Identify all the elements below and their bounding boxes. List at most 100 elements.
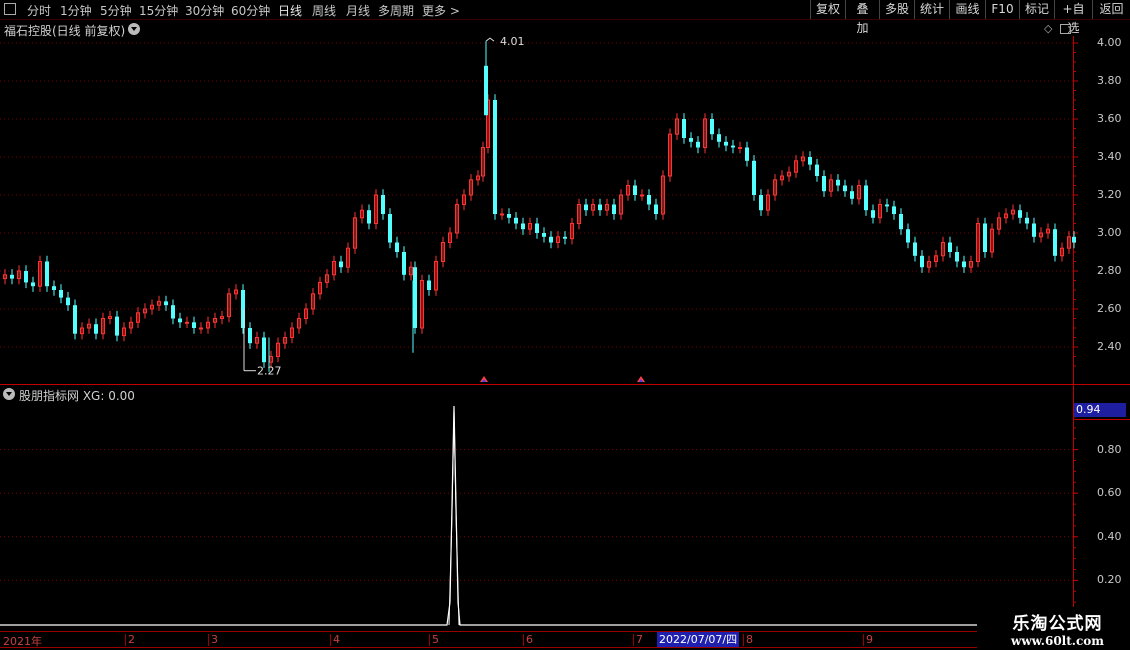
candle-body: [52, 286, 56, 290]
month-label: 2021年: [3, 635, 42, 648]
spike-body: [484, 65, 488, 116]
watermark-url: www.60lt.com: [1011, 634, 1104, 648]
candle-body: [413, 267, 417, 328]
candle-body: [514, 217, 518, 224]
candle-body: [10, 274, 14, 279]
candle-body: [178, 318, 182, 323]
indicator-tick-label: 0.80: [1097, 442, 1122, 456]
candle-body: [73, 305, 77, 334]
month-label: 4: [333, 633, 340, 646]
candle-body: [521, 223, 525, 230]
candle-body: [339, 261, 343, 268]
indicator-title: 股朋指标网 XG: 0.00: [19, 389, 135, 403]
candle-body: [507, 214, 511, 218]
price-tick-label: 2.40: [1097, 340, 1122, 353]
candle-body: [654, 204, 658, 214]
candle-body: [427, 280, 431, 290]
candle-body: [192, 322, 196, 328]
indicator-tick-label: 0.60: [1097, 486, 1122, 500]
candle-body: [899, 214, 903, 230]
month-label: 7: [636, 633, 643, 646]
candle-body: [871, 210, 875, 218]
candle-body: [759, 195, 763, 211]
candle-body: [962, 261, 966, 268]
candle-body: [633, 185, 637, 195]
candle-body: [836, 179, 840, 186]
cursor-date-label: 2022/07/07/四: [657, 632, 740, 647]
month-separator: [208, 634, 209, 646]
candle-body: [983, 223, 987, 252]
candle-body: [395, 242, 399, 252]
month-separator: [125, 634, 126, 646]
candle-body: [808, 157, 812, 165]
month-separator: [743, 634, 744, 646]
low-label: 2.27: [257, 365, 282, 378]
price-tick-label: 3.20: [1097, 188, 1122, 201]
candle-body: [1053, 229, 1057, 256]
candle-body: [696, 141, 700, 148]
price-tick-label: 2.80: [1097, 264, 1122, 277]
month-label: 9: [866, 633, 873, 646]
candle-body: [745, 147, 749, 161]
indicator-tick-label: 0.20: [1097, 573, 1122, 587]
candle-body: [402, 252, 406, 275]
xg-signal-line: [0, 405, 977, 626]
candle-body: [1025, 217, 1029, 224]
candle-body: [59, 290, 63, 298]
candlestick-chart[interactable]: 4.01 2.27: [0, 0, 1130, 650]
candle-body: [549, 236, 553, 243]
candle-body: [367, 210, 371, 224]
candle-body: [45, 261, 49, 287]
candle-body: [885, 204, 889, 207]
candle-body: [248, 328, 252, 344]
candle-body: [752, 160, 756, 195]
candle-body: [199, 327, 203, 330]
candle-body: [1018, 210, 1022, 218]
candle-body: [892, 206, 896, 214]
candle-body: [164, 301, 168, 306]
candle-body: [864, 185, 868, 211]
price-tick-label: 3.40: [1097, 150, 1122, 163]
month-label: 8: [746, 633, 753, 646]
candle-body: [647, 195, 651, 205]
month-separator: [523, 634, 524, 646]
month-separator: [863, 634, 864, 646]
indicator-tick-label: 0.40: [1097, 529, 1122, 543]
month-label: 2: [128, 633, 135, 646]
candle-body: [738, 147, 742, 149]
indicator-chevron-icon[interactable]: [3, 388, 15, 400]
candle-body: [1032, 223, 1036, 237]
candle-body: [731, 145, 735, 148]
price-tick-label: 3.60: [1097, 112, 1122, 125]
candle-body: [913, 242, 917, 256]
price-tick-label: 4.00: [1097, 36, 1122, 49]
candle-body: [822, 176, 826, 192]
candle-body: [850, 191, 854, 199]
candle-body: [906, 229, 910, 243]
candle-body: [94, 324, 98, 334]
candle-body: [115, 316, 119, 336]
candle-body: [640, 194, 644, 197]
candle-body: [171, 305, 175, 319]
candle-body: [724, 141, 728, 146]
candle-body: [500, 213, 504, 216]
candle-body: [948, 242, 952, 252]
watermark: 乐淘公式网 www.60lt.com: [985, 607, 1130, 650]
date-axis: 2022/07/07/四 2021年 2 3 4 5 6 7 8 9: [0, 631, 977, 648]
candle-body: [388, 214, 392, 243]
candle-body: [493, 100, 497, 214]
indicator-value-box: 0.94: [1074, 403, 1126, 417]
candle-body: [1072, 236, 1076, 243]
candle-body: [682, 119, 686, 138]
candle-body: [710, 119, 714, 135]
candle-body: [843, 185, 847, 192]
price-tick-label: 3.80: [1097, 74, 1122, 87]
candle-body: [955, 252, 959, 262]
month-label: 5: [432, 633, 439, 646]
candle-body: [598, 204, 602, 211]
candle-body: [815, 164, 819, 176]
candle-body: [31, 282, 35, 287]
month-label: 3: [211, 633, 218, 646]
candle-body: [584, 204, 588, 211]
candle-body: [542, 233, 546, 237]
